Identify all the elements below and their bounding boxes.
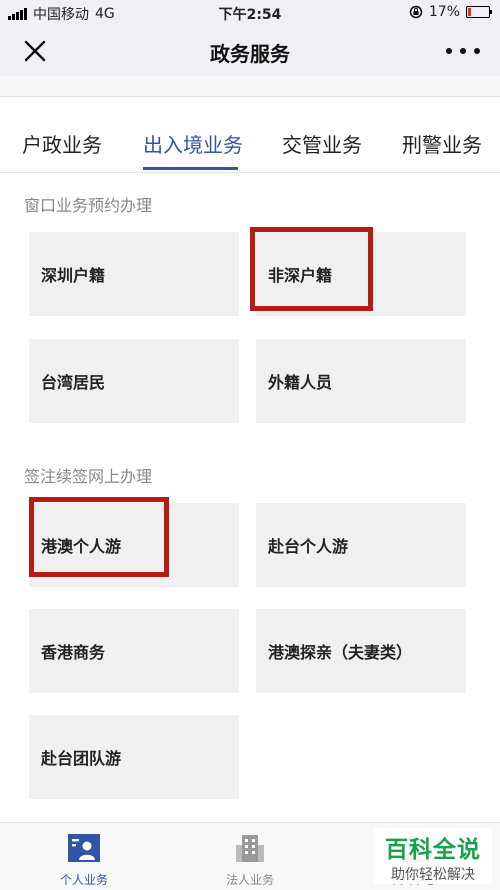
more-icon[interactable] <box>446 41 480 61</box>
watermark-logo: 百科全说 助你轻松解决 <box>374 828 492 884</box>
service-card-family-visit[interactable]: 港澳探亲（夫妻类） <box>256 609 466 693</box>
tabbar-label: 个人业务 <box>59 873 108 887</box>
building-icon <box>236 835 264 862</box>
header-divider <box>0 76 500 97</box>
battery-icon <box>466 6 492 18</box>
business-tabs: 户政业务 出入境业务 交管业务 刑警业务 <box>0 97 500 173</box>
battery-percent: 17% <box>428 4 460 20</box>
page-title: 政务服务 <box>210 42 290 66</box>
section-title-endorsement: 签注续签网上办理 <box>24 467 153 486</box>
battery-fill <box>468 8 471 16</box>
status-bar: 中国移动 4G 下午2:54 17% <box>0 0 500 26</box>
service-card-hk-business[interactable]: 香港商务 <box>29 609 239 693</box>
service-card-label: 赴台团队游 <box>41 749 122 768</box>
highlight-box <box>29 497 169 577</box>
title-bar: 政务服务 <box>0 26 500 76</box>
tabbar-label: 法人业务 <box>225 873 274 887</box>
active-tab-indicator <box>143 167 238 170</box>
service-card-label: 赴台个人游 <box>268 537 349 556</box>
service-card-shenzhen-hukou[interactable]: 深圳户籍 <box>29 232 239 316</box>
status-right: 17% <box>409 4 492 20</box>
service-card-label: 深圳户籍 <box>41 266 106 285</box>
tab-household[interactable]: 户政业务 <box>22 129 102 158</box>
tab-exit-entry[interactable]: 出入境业务 <box>143 129 243 158</box>
service-card-label: 外籍人员 <box>268 373 333 392</box>
tabbar-personal[interactable]: 个人业务 <box>24 833 144 888</box>
tabbar-corporate[interactable]: 法人业务 <box>190 833 310 888</box>
tab-traffic[interactable]: 交管业务 <box>282 129 362 158</box>
watermark-subtitle: 助你轻松解决 <box>391 867 475 883</box>
service-card-taiwan-individual[interactable]: 赴台个人游 <box>256 503 466 587</box>
section-title-window: 窗口业务预约办理 <box>24 196 153 215</box>
tab-criminal[interactable]: 刑警业务 <box>402 129 482 158</box>
service-card-taiwan-group[interactable]: 赴台团队游 <box>29 715 239 799</box>
highlight-box <box>250 227 373 311</box>
service-card-label: 港澳探亲（夫妻类） <box>268 643 413 662</box>
person-card-icon <box>68 834 100 862</box>
watermark-title: 百科全说 <box>385 837 481 863</box>
service-card-foreigner[interactable]: 外籍人员 <box>256 339 466 423</box>
service-card-taiwan-resident[interactable]: 台湾居民 <box>29 339 239 423</box>
service-card-label: 台湾居民 <box>41 373 106 392</box>
service-card-label: 香港商务 <box>41 643 106 662</box>
orientation-lock-icon <box>409 5 423 19</box>
